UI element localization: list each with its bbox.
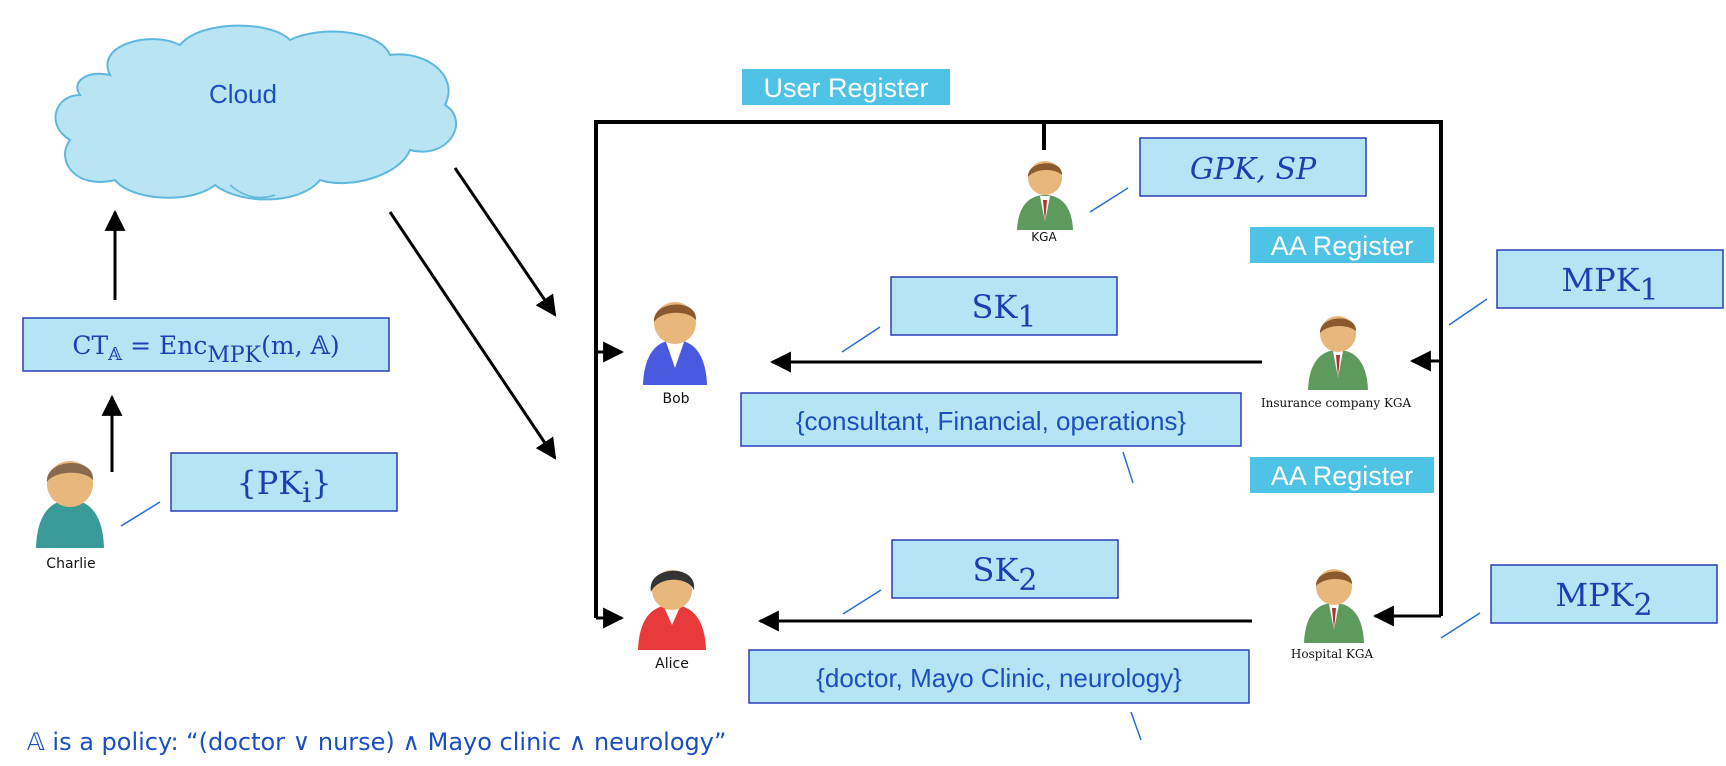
cloud-download-arrows (388, 167, 557, 460)
alice-label: Alice (655, 656, 689, 672)
alice-avatar (638, 570, 706, 650)
aa-register-label-1: AA Register (1271, 231, 1414, 261)
hospital-kga-label: Hospital KGA (1291, 647, 1374, 661)
bob-avatar (643, 302, 707, 385)
cloud-icon (54, 24, 457, 201)
cloud-label: Cloud (209, 79, 277, 109)
kga-avatar (1017, 161, 1073, 230)
attribute-encryption-diagram: Cloud User Register KGA Bob Alice Charli… (22, 24, 1724, 756)
charlie-label: Charlie (46, 556, 95, 572)
user-register-label: User Register (763, 73, 928, 103)
kga-label: KGA (1031, 230, 1057, 244)
insurance-kga-avatar (1308, 316, 1368, 390)
alice-attributes-text: {doctor, Mayo Clinic, neurology} (816, 663, 1182, 693)
aa-register-label-2: AA Register (1271, 461, 1414, 491)
insurance-kga-label: Insurance company KGA (1261, 396, 1412, 410)
bob-label: Bob (662, 391, 689, 407)
policy-note: 𝔸 is a policy: “(doctor ∨ nurse) ∧ Mayo … (27, 728, 726, 756)
gpk-sp-text: GPK, SP (1190, 152, 1317, 187)
charlie-avatar (36, 461, 104, 548)
hospital-kga-avatar (1304, 569, 1364, 643)
bob-attributes-text: {consultant, Financial, operations} (796, 406, 1187, 436)
